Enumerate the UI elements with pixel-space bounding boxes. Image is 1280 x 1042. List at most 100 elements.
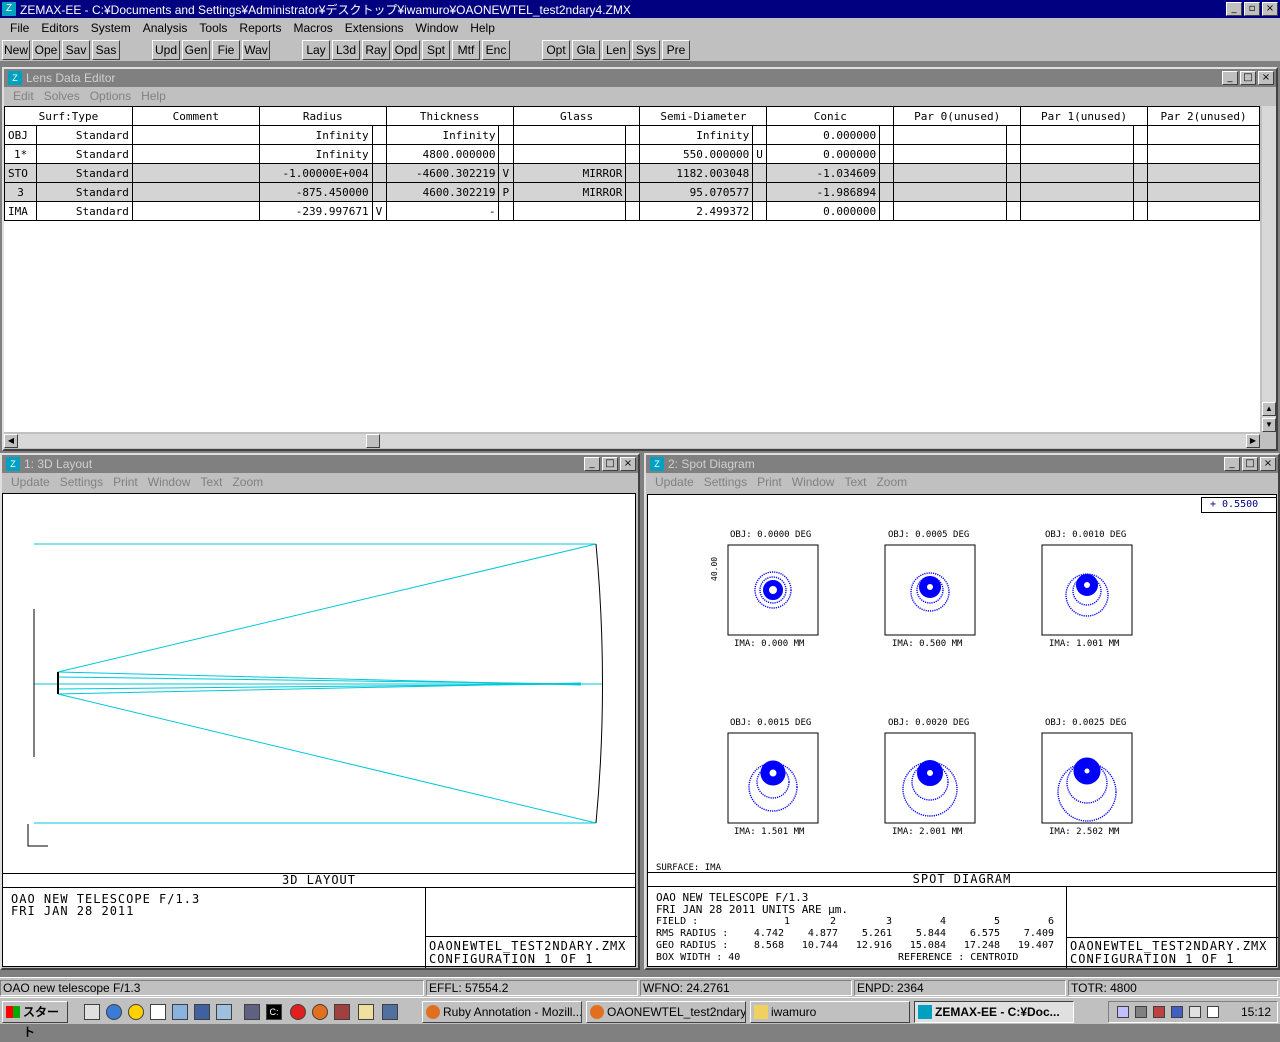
toolbar-open-button[interactable]: Ope (32, 40, 60, 60)
app-tool-icon[interactable] (334, 1004, 350, 1020)
menu-reports[interactable]: Reports (233, 21, 287, 35)
solve-cell[interactable] (498, 201, 514, 221)
toolbar-ray-button[interactable]: Ray (362, 40, 390, 60)
solve-cell[interactable] (1132, 144, 1149, 164)
solve-cell[interactable] (371, 125, 387, 145)
solve-cell[interactable] (1132, 182, 1149, 202)
thickness-cell[interactable]: -4600.302219 (385, 163, 500, 183)
table-row[interactable]: 1* Standard Infinity 4800.000000 550.000… (3, 144, 1260, 164)
glass-cell[interactable] (512, 125, 627, 145)
conic-cell[interactable]: 0.000000 (766, 201, 881, 221)
minimize-icon[interactable]: _ (1226, 2, 1242, 16)
solve-cell[interactable] (879, 163, 895, 183)
spot-menu-zoom[interactable]: Zoom (871, 475, 912, 489)
toolbar-len-button[interactable]: Len (602, 40, 630, 60)
menu-macros[interactable]: Macros (287, 21, 338, 35)
firefox-icon[interactable] (312, 1004, 328, 1020)
toolbar-lay-button[interactable]: Lay (302, 40, 330, 60)
toolbar-sys-button[interactable]: Sys (632, 40, 660, 60)
conic-cell[interactable]: 0.000000 (766, 125, 881, 145)
solve-cell[interactable] (1132, 163, 1149, 183)
spot-menu-update[interactable]: Update (650, 475, 699, 489)
par-cell[interactable] (893, 125, 1008, 145)
comment-cell[interactable] (131, 125, 260, 145)
type-cell[interactable]: Standard (36, 201, 133, 221)
semi-diameter-cell[interactable]: 550.000000 (639, 144, 754, 164)
tray-chat-icon[interactable] (1207, 1006, 1219, 1018)
media-player-icon[interactable] (128, 1004, 144, 1020)
lens-editor-horizontal-scrollbar[interactable]: ◀ ▶ (4, 434, 1260, 448)
par-cell[interactable] (1020, 144, 1134, 164)
minimize-icon[interactable]: _ (1224, 457, 1240, 471)
ime-icon[interactable] (1117, 1006, 1129, 1018)
par-cell[interactable] (1147, 182, 1260, 202)
scroll-left-icon[interactable]: ◀ (4, 434, 18, 448)
thickness-cell[interactable]: 4800.000000 (385, 144, 500, 164)
solve-cell[interactable]: U (752, 144, 768, 164)
close-icon[interactable]: × (1258, 71, 1274, 85)
solve-cell[interactable] (1006, 144, 1022, 164)
column-header[interactable]: Radius (258, 106, 387, 126)
surf-cell[interactable]: OBJ (3, 125, 38, 145)
table-row[interactable]: STO Standard -1.00000E+004 -4600.302219 … (3, 163, 1260, 183)
comment-cell[interactable] (131, 182, 260, 202)
solve-cell[interactable]: V (371, 201, 387, 221)
network-icon[interactable] (216, 1004, 232, 1020)
maximize-icon[interactable]: □ (602, 457, 618, 471)
solve-cell[interactable] (879, 201, 895, 221)
semi-diameter-cell[interactable]: 95.070577 (639, 182, 754, 202)
comment-cell[interactable] (131, 144, 260, 164)
par-cell[interactable] (1020, 201, 1134, 221)
layout-titlebar[interactable]: Z 1: 3D Layout _ □ × (2, 455, 638, 473)
column-header[interactable]: Glass (512, 106, 641, 126)
column-header[interactable]: Surf:Type (4, 106, 133, 126)
solve-cell[interactable] (371, 182, 387, 202)
lens-menu-help[interactable]: Help (136, 89, 171, 103)
layout-menu-update[interactable]: Update (6, 475, 55, 489)
task-iwamuro-folder[interactable]: iwamuro (750, 1001, 910, 1023)
conic-cell[interactable]: -1.034609 (766, 163, 881, 183)
solve-cell[interactable] (879, 182, 895, 202)
toolbar-l3d-button[interactable]: L3d (332, 40, 360, 60)
glass-cell[interactable] (512, 144, 627, 164)
solve-cell[interactable] (752, 163, 768, 183)
lens-editor-vertical-scrollbar[interactable]: ▲ ▼ (1262, 106, 1276, 432)
command-prompt-icon[interactable]: C: (266, 1004, 282, 1020)
solve-cell[interactable] (752, 125, 768, 145)
layout-menu-zoom[interactable]: Zoom (227, 475, 268, 489)
thickness-cell[interactable]: - (385, 201, 500, 221)
toolbar-upd-button[interactable]: Upd (152, 40, 180, 60)
radius-cell[interactable]: -1.00000E+004 (258, 163, 373, 183)
radius-cell[interactable]: Infinity (258, 144, 373, 164)
spot-menu-window[interactable]: Window (787, 475, 840, 489)
menu-help[interactable]: Help (464, 21, 501, 35)
solve-cell[interactable] (1006, 163, 1022, 183)
control-panel-icon[interactable] (194, 1004, 210, 1020)
solve-cell[interactable] (625, 182, 641, 202)
explorer-icon[interactable] (172, 1004, 188, 1020)
solve-cell[interactable] (625, 201, 641, 221)
zemax-app-icon[interactable]: Z (2, 2, 16, 16)
toolbar-fie-button[interactable]: Fie (212, 40, 240, 60)
solve-cell[interactable] (371, 144, 387, 164)
type-cell[interactable]: Standard (36, 182, 133, 202)
table-row[interactable]: IMA Standard -239.997671 V - 2.499372 0.… (3, 201, 1260, 221)
surf-cell[interactable]: STO (3, 163, 38, 183)
type-cell[interactable]: Standard (36, 144, 133, 164)
radius-cell[interactable]: -875.450000 (258, 182, 373, 202)
par-cell[interactable] (1020, 125, 1134, 145)
spot-menu-text[interactable]: Text (839, 475, 871, 489)
layout-menu-window[interactable]: Window (143, 475, 196, 489)
surf-cell[interactable]: 1* (3, 144, 38, 164)
spot-menu-print[interactable]: Print (752, 475, 787, 489)
app-red-icon[interactable] (290, 1004, 306, 1020)
toolbar-mtf-button[interactable]: Mtf (452, 40, 480, 60)
par-cell[interactable] (1147, 163, 1260, 183)
thickness-cell[interactable]: 4600.302219 (385, 182, 500, 202)
radius-cell[interactable]: Infinity (258, 125, 373, 145)
menu-window[interactable]: Window (410, 21, 465, 35)
solve-cell[interactable] (371, 163, 387, 183)
toolbar-opt-button[interactable]: Opt (542, 40, 570, 60)
solve-cell[interactable] (879, 125, 895, 145)
conic-cell[interactable]: -1.986894 (766, 182, 881, 202)
